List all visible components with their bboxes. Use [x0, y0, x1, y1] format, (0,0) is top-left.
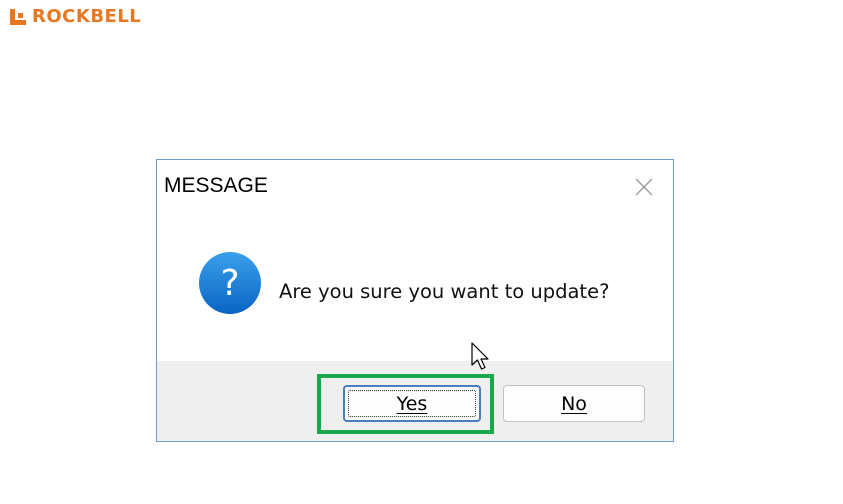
dialog-body: ? Are you sure you want to update?: [157, 212, 673, 362]
yes-button[interactable]: Yes: [343, 385, 481, 422]
brand-name: ROCKBELL: [32, 6, 142, 27]
dialog-message: Are you sure you want to update?: [279, 280, 610, 303]
dialog-footer: Yes No: [157, 361, 673, 441]
question-icon: ?: [199, 252, 261, 314]
no-button[interactable]: No: [503, 385, 645, 422]
dialog-titlebar[interactable]: MESSAGE: [157, 160, 673, 212]
close-button[interactable]: [629, 172, 659, 202]
brand-mark-icon: [10, 9, 26, 25]
close-icon: [635, 178, 653, 196]
no-button-label: No: [561, 392, 587, 415]
brand-logo: ROCKBELL: [8, 5, 141, 29]
message-dialog: MESSAGE ? Are you sure you want to updat…: [156, 159, 674, 442]
yes-button-label: Yes: [396, 392, 428, 415]
dialog-title: MESSAGE: [164, 174, 268, 197]
svg-text:?: ?: [220, 263, 239, 304]
